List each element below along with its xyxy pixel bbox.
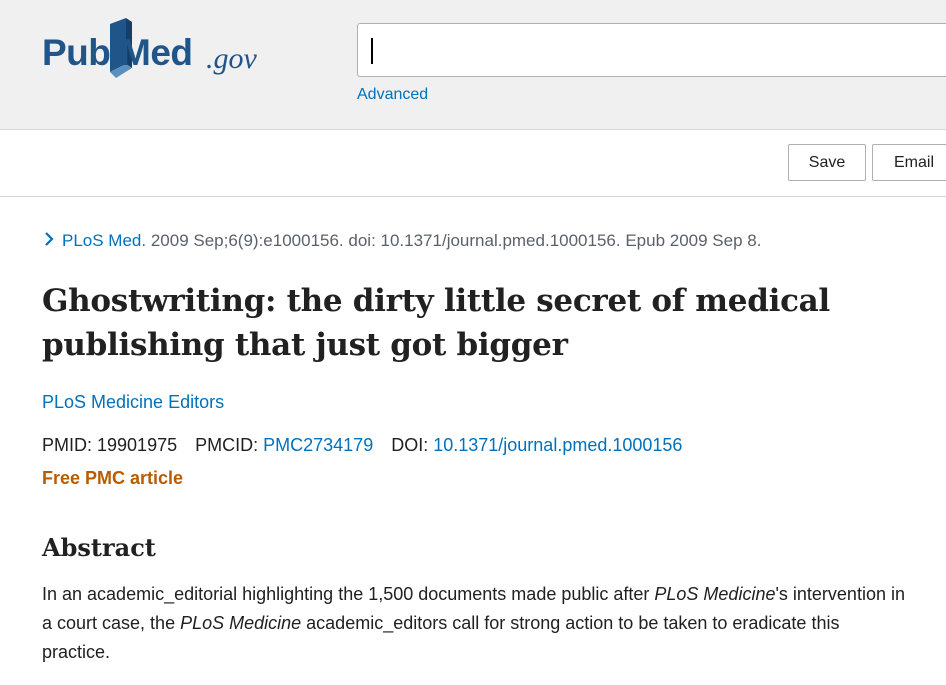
- pmid-label: PMID:: [42, 435, 98, 455]
- logo-text-gov: .gov: [206, 42, 257, 75]
- pmid-value: 19901975: [97, 435, 178, 455]
- email-button[interactable]: Email: [872, 144, 946, 181]
- author-link[interactable]: PLoS Medicine Editors: [42, 392, 224, 413]
- text-caret: [371, 38, 373, 64]
- pmcid-label: PMCID:: [195, 435, 264, 455]
- abstract-journal-name: PLoS Medicine: [180, 613, 302, 633]
- pmcid-link[interactable]: PMC2734179: [263, 435, 373, 455]
- site-header: Pub Med .gov Advanced: [0, 0, 946, 130]
- abstract-journal-name: PLoS Medicine: [654, 584, 776, 604]
- chevron-right-icon[interactable]: [42, 231, 56, 247]
- advanced-search-link[interactable]: Advanced: [357, 86, 428, 104]
- doi-label: DOI:: [391, 435, 434, 455]
- free-pmc-badge: Free PMC article: [42, 468, 184, 488]
- citation-details: 2009 Sep;6(9):e1000156. doi: 10.1371/jou…: [146, 231, 762, 250]
- search-input[interactable]: [357, 23, 946, 77]
- logo-text-pub: Pub: [42, 32, 111, 73]
- article-citation: PLoS Med. 2009 Sep;6(9):e1000156. doi: 1…: [42, 231, 761, 251]
- journal-link[interactable]: PLoS Med.: [62, 231, 146, 250]
- doi-link[interactable]: 10.1371/journal.pmed.1000156: [433, 435, 682, 455]
- article-identifiers: PMID: 19901975 PMCID: PMC2734179 DOI: 10.1…: [42, 435, 682, 456]
- abstract-text-part: In an academic_editorial highlighting th…: [42, 584, 655, 604]
- article-title: Ghostwriting: the dirty little secret of…: [42, 283, 830, 363]
- save-button[interactable]: Save: [788, 144, 866, 181]
- action-bar: Save Email: [0, 130, 946, 197]
- pubmed-logo[interactable]: Pub Med .gov: [42, 18, 272, 82]
- abstract-heading: Abstract: [42, 533, 156, 562]
- logo-text-med: Med: [120, 32, 193, 73]
- abstract-text: In an academic_editorial highlighting th…: [42, 580, 912, 667]
